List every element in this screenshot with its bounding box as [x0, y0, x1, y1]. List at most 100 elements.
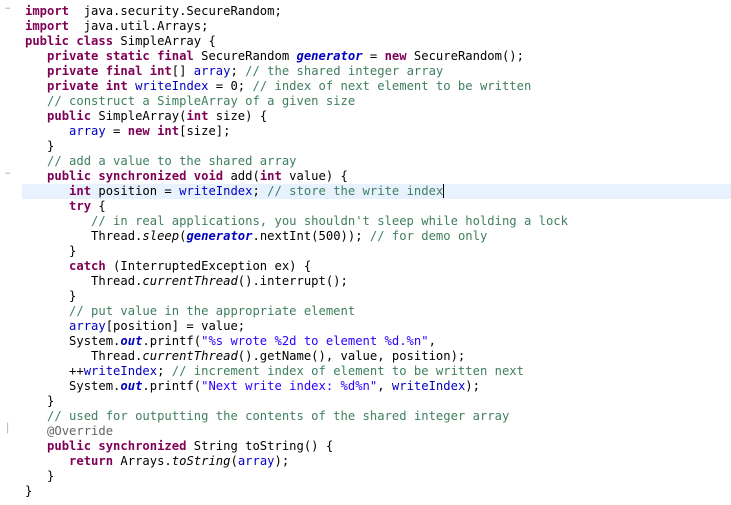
code-token: ;	[230, 64, 246, 78]
code-token: array	[69, 124, 106, 138]
code-line[interactable]: ++writeIndex; // increment index of elem…	[25, 364, 524, 379]
code-line[interactable]: // used for outputting the contents of t…	[25, 409, 509, 424]
code-token: private static final	[47, 49, 194, 63]
code-line[interactable]: // add a value to the shared array	[25, 154, 296, 169]
code-line[interactable]: private int writeIndex = 0; // index of …	[25, 79, 531, 94]
code-token: }	[25, 469, 55, 483]
code-token: writeIndex	[83, 364, 158, 378]
code-line[interactable]: int position = writeIndex; // store the …	[25, 184, 443, 199]
code-line[interactable]: System.out.printf("%s wrote %2d to eleme…	[25, 334, 436, 349]
code-line[interactable]: return Arrays.toString(array);	[25, 454, 289, 469]
code-line[interactable]: // put value in the appropriate element	[25, 304, 355, 319]
code-token: = 0;	[208, 79, 253, 93]
code-line[interactable]: public synchronized String toString() {	[25, 439, 333, 454]
code-line[interactable]: public class SimpleArray {	[25, 34, 216, 49]
code-token: writeIndex	[135, 79, 209, 93]
code-line[interactable]: System.out.printf("Next write index: %d%…	[25, 379, 480, 394]
code-token: import	[25, 19, 70, 33]
code-line[interactable]: Thread.currentThread().interrupt();	[25, 274, 348, 289]
code-line[interactable]: }	[25, 289, 76, 304]
code-line[interactable]: private static final SecureRandom genera…	[25, 49, 524, 64]
code-token: value) {	[281, 169, 348, 183]
code-token: SecureRandom();	[406, 49, 524, 63]
code-line[interactable]: import java.util.Arrays;	[25, 19, 208, 34]
code-token: ;	[252, 184, 268, 198]
code-token: []	[171, 64, 194, 78]
code-token: .printf(	[142, 334, 202, 348]
code-line[interactable]: }	[25, 139, 54, 154]
code-token: System.	[25, 334, 121, 348]
editor-gutter[interactable]: − − │	[0, 0, 22, 505]
fold-marker-icon[interactable]: │	[5, 424, 10, 434]
code-token: (InterruptedException ex) {	[105, 259, 312, 273]
code-line[interactable]: public synchronized void add(int value) …	[25, 169, 348, 184]
code-line[interactable]: }	[25, 484, 32, 499]
code-token: import	[25, 4, 70, 18]
code-token: ,	[428, 334, 436, 348]
code-line[interactable]: array = new int[size];	[25, 124, 230, 139]
code-token: SecureRandom	[193, 49, 297, 63]
code-token: }	[25, 139, 55, 153]
code-token: }	[25, 394, 55, 408]
code-line[interactable]: }	[25, 244, 76, 259]
code-token: sleep	[142, 229, 180, 243]
code-line[interactable]: // construct a SimpleArray of a given si…	[25, 94, 355, 109]
code-line[interactable]: }	[25, 394, 54, 409]
text-caret	[443, 184, 445, 198]
code-token: SimpleArray {	[113, 34, 216, 48]
code-line[interactable]: array[position] = value;	[25, 319, 245, 334]
code-line[interactable]: Thread.currentThread().getName(), value,…	[25, 349, 465, 364]
code-token: array	[237, 454, 275, 468]
code-line[interactable]: // in real applications, you shouldn't s…	[25, 214, 568, 229]
code-token: ;	[157, 364, 172, 378]
code-line[interactable]: @Override	[25, 424, 113, 439]
code-token: ,	[377, 379, 392, 393]
code-token: [size];	[179, 124, 231, 138]
code-token: SimpleArray(	[91, 109, 187, 123]
code-token: );	[465, 379, 480, 393]
code-token: generator	[296, 49, 363, 63]
fold-marker-icon[interactable]: −	[5, 169, 10, 179]
code-line[interactable]: Thread.sleep(generator.nextInt(500)); //…	[25, 229, 487, 244]
code-token: ().interrupt();	[237, 274, 348, 288]
code-token: Thread.	[25, 274, 143, 288]
code-token: }	[25, 289, 77, 303]
code-token: );	[274, 454, 290, 468]
code-editor[interactable]: − − │ import java.security.SecureRandom; im…	[0, 0, 731, 505]
code-token: int	[186, 109, 209, 123]
code-token: java.util.Arrays;	[69, 19, 209, 33]
code-line[interactable]: try {	[25, 199, 106, 214]
code-line[interactable]: catch (InterruptedException ex) {	[25, 259, 311, 274]
code-token: currentThread	[142, 274, 238, 288]
code-token: writeIndex	[179, 184, 253, 198]
code-token: writeIndex	[391, 379, 466, 393]
code-token: public class	[25, 34, 114, 48]
code-token: return	[69, 454, 114, 468]
code-line[interactable]: }	[25, 469, 54, 484]
code-line[interactable]: private final int[] array; // the shared…	[25, 64, 443, 79]
code-token: generator	[186, 229, 253, 243]
code-token: // in real applications, you shouldn't s…	[91, 214, 568, 228]
code-line[interactable]: public SimpleArray(int size) {	[25, 109, 267, 124]
code-token: .nextInt(500));	[252, 229, 370, 243]
code-line[interactable]: import java.security.SecureRandom;	[25, 4, 282, 19]
code-token: out	[120, 379, 143, 393]
fold-marker-icon[interactable]: −	[5, 4, 10, 14]
code-token: public	[47, 109, 92, 123]
code-token: new int	[127, 124, 180, 138]
code-token: public synchronized void	[47, 169, 224, 183]
